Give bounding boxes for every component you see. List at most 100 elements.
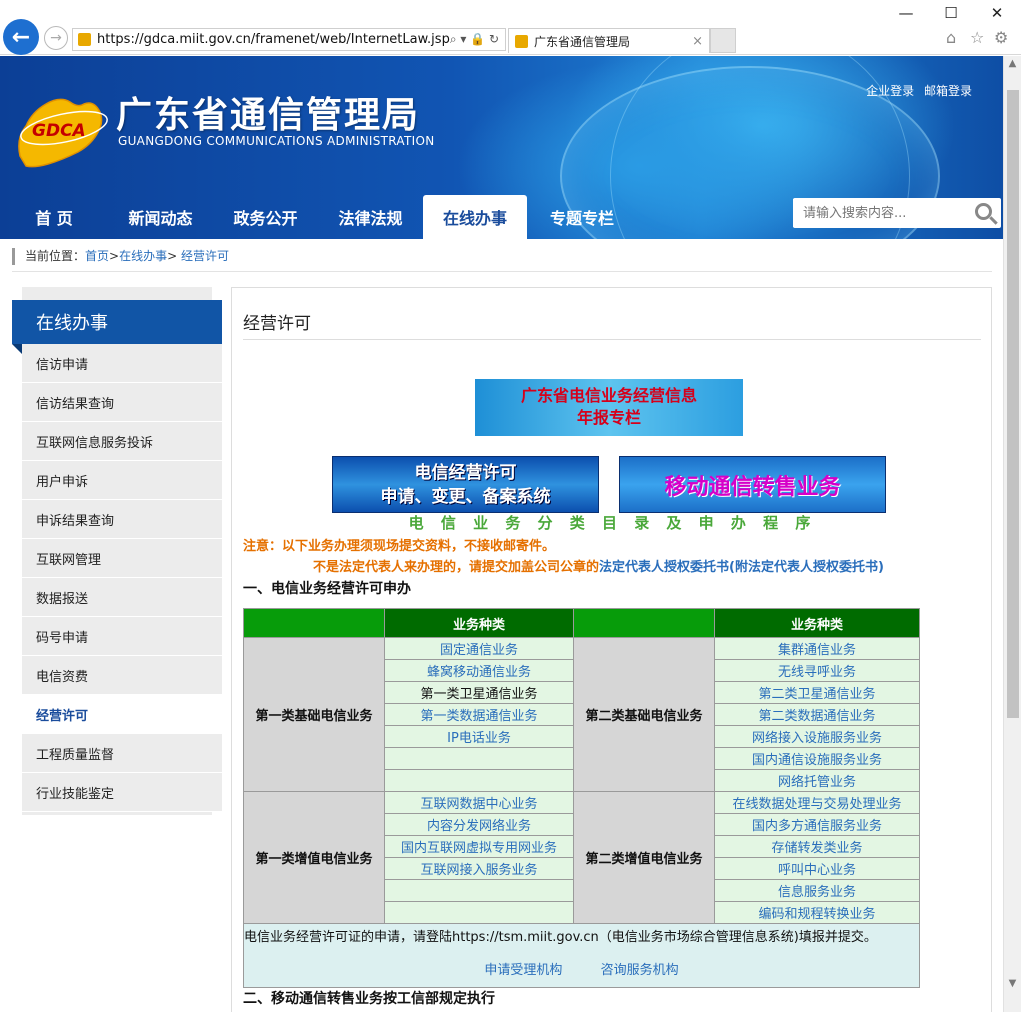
sidebar-item-petition[interactable]: 信访申请 <box>22 344 222 383</box>
vertical-scrollbar[interactable]: ▲ ▼ <box>1003 56 1021 1012</box>
business-link[interactable]: 无线寻呼业务 <box>714 659 920 682</box>
page-title: 经营许可 <box>243 314 311 334</box>
category-cell: 第二类增值电信业务 <box>573 791 715 924</box>
business-link[interactable]: 第二类卫星通信业务 <box>714 681 920 704</box>
sidebar-item-quality-supervision[interactable]: 工程质量监督 <box>22 734 222 773</box>
mvno-resale-banner[interactable]: 移动通信转售业务 <box>619 456 886 513</box>
business-link[interactable]: 国内多方通信服务业务 <box>714 813 920 836</box>
application-agency-link[interactable]: 申请受理机构 <box>484 963 562 978</box>
main-content: 经营许可 广东省电信业务经营信息 年报专栏 电信经营许可 申请、变更、备案系统 … <box>231 287 992 1012</box>
tab-title: 广东省通信管理局 <box>534 34 631 49</box>
tab-close-icon[interactable]: × <box>692 34 703 49</box>
scroll-up-icon[interactable]: ▲ <box>1004 58 1021 75</box>
site-title: 广东省通信管理局 <box>116 95 421 136</box>
business-cell: 第一类卫星通信业务 <box>384 681 574 704</box>
business-link[interactable]: 编码和规程转换业务 <box>714 901 920 924</box>
arrow-left-icon: ← <box>11 24 31 50</box>
search-icon[interactable] <box>971 199 1001 227</box>
table-row: 第一类增值电信业务 互联网数据中心业务 第二类增值电信业务 在线数据处理与交易处… <box>243 791 920 924</box>
favorites-icon[interactable]: ☆ <box>970 28 984 47</box>
sidebar-item-data-report[interactable]: 数据报送 <box>22 578 222 617</box>
enterprise-login-link[interactable]: 企业登录 <box>866 84 914 98</box>
close-window-button[interactable]: ✕ <box>982 4 1012 22</box>
browser-window: ← → https://gdca.miit.gov.cn/framenet/we… <box>0 0 1021 1012</box>
business-link[interactable]: 固定通信业务 <box>384 637 574 660</box>
business-link[interactable]: 国内互联网虚拟专用网业务 <box>384 835 574 858</box>
business-link[interactable]: 网络托管业务 <box>714 769 920 792</box>
address-url[interactable]: https://gdca.miit.gov.cn/framenet/web/In… <box>97 32 450 47</box>
authorization-letter-link[interactable]: 法定代表人授权委托书(附法定代表人授权委托书) <box>599 560 884 575</box>
license-system-banner[interactable]: 电信经营许可 申请、变更、备案系统 <box>332 456 599 513</box>
empty-cell <box>384 879 574 902</box>
annual-report-banner-line2: 年报专栏 <box>576 408 641 427</box>
business-link[interactable]: 存储转发类业务 <box>714 835 920 858</box>
nav-home[interactable]: 首 页 <box>0 195 108 239</box>
notice-line2-text: 不是法定代表人来办理的，请提交加盖公司公章的 <box>313 560 600 575</box>
sidebar-item-number-application[interactable]: 码号申请 <box>22 617 222 656</box>
sidebar-title-fold <box>12 344 22 354</box>
sidebar-item-petition-result[interactable]: 信访结果查询 <box>22 383 222 422</box>
address-bar[interactable]: https://gdca.miit.gov.cn/framenet/web/In… <box>72 28 506 51</box>
sidebar-item-skill-appraisal[interactable]: 行业技能鉴定 <box>22 773 222 812</box>
business-link[interactable]: 第一类数据通信业务 <box>384 703 574 726</box>
sidebar-item-business-license[interactable]: 经营许可 <box>22 695 222 734</box>
table-header-row: 业务种类 业务种类 <box>243 608 920 638</box>
business-link[interactable]: IP电话业务 <box>384 725 574 748</box>
business-link[interactable]: 蜂窝移动通信业务 <box>384 659 574 682</box>
business-link[interactable]: 信息服务业务 <box>714 879 920 902</box>
maximize-button[interactable]: ☐ <box>936 4 966 22</box>
browser-toolbar: ← → https://gdca.miit.gov.cn/framenet/we… <box>0 0 1021 55</box>
search-input[interactable] <box>793 199 971 227</box>
annual-report-banner-line1: 广东省电信业务经营信息 <box>520 386 697 405</box>
breadcrumb-prefix: 当前位置： <box>25 249 86 263</box>
sidebar-item-internet-management[interactable]: 互联网管理 <box>22 539 222 578</box>
table-row: 第一类基础电信业务 固定通信业务 第二类基础电信业务 集群通信业务 <box>243 637 920 792</box>
settings-icon[interactable]: ⚙ <box>994 28 1008 47</box>
sidebar-item-appeal-result[interactable]: 申诉结果查询 <box>22 500 222 539</box>
main-nav: 首 页 新闻动态 政务公开 法律法规 在线办事 专题专栏 <box>0 195 637 239</box>
business-link[interactable]: 集群通信业务 <box>714 637 920 660</box>
minimize-button[interactable]: — <box>891 4 921 22</box>
nav-online-services[interactable]: 在线办事 <box>423 195 527 239</box>
footer-instruction: 电信业务经营许可证的申请，请登陆https://tsm.miit.gov.cn（… <box>244 930 877 945</box>
scroll-down-icon[interactable]: ▼ <box>1004 978 1021 995</box>
scrollbar-thumb[interactable] <box>1007 90 1019 718</box>
business-link[interactable]: 网络接入设施服务业务 <box>714 725 920 748</box>
new-tab-button[interactable] <box>710 28 736 53</box>
nav-special-topics[interactable]: 专题专栏 <box>527 195 637 239</box>
home-icon[interactable]: ⌂ <box>946 28 956 47</box>
business-link[interactable]: 国内通信设施服务业务 <box>714 747 920 770</box>
business-link[interactable]: 互联网数据中心业务 <box>384 791 574 814</box>
business-link[interactable]: 呼叫中心业务 <box>714 857 920 880</box>
license-system-banner-line2: 申请、变更、备案系统 <box>380 487 551 507</box>
business-link[interactable]: 互联网接入服务业务 <box>384 857 574 880</box>
license-system-banner-line1: 电信经营许可 <box>414 463 517 483</box>
breadcrumb-home[interactable]: 首页 <box>85 249 109 263</box>
business-link[interactable]: 在线数据处理与交易处理业务 <box>714 791 920 814</box>
site-subtitle: GUANGDONG COMMUNICATIONS ADMINISTRATION <box>118 134 435 148</box>
breadcrumb: 当前位置：首页>在线办事> 经营许可 <box>12 248 229 265</box>
category-cell: 第一类基础电信业务 <box>243 637 385 792</box>
address-controls[interactable]: ⌕ ▾ 🔒 ↻ <box>450 32 499 47</box>
nav-laws[interactable]: 法律法规 <box>318 195 423 239</box>
sidebar-item-user-appeal[interactable]: 用户申诉 <box>22 461 222 500</box>
site-header: GDCA 广东省通信管理局 GUANGDONG COMMUNICATIONS A… <box>0 56 1003 239</box>
search-box <box>793 198 1001 228</box>
breadcrumb-online-services[interactable]: 在线办事 <box>119 249 167 263</box>
browser-tab[interactable]: 广东省通信管理局 × <box>508 28 710 53</box>
sidebar-item-internet-complaint[interactable]: 互联网信息服务投诉 <box>22 422 222 461</box>
section-heading-2: 二、移动通信转售业务按工信部规定执行 <box>243 991 495 1007</box>
forward-button[interactable]: → <box>44 26 68 50</box>
notice-line2: 不是法定代表人来办理的，请提交加盖公司公章的法定代表人授权委托书(附法定代表人授… <box>313 556 884 575</box>
nav-government-affairs[interactable]: 政务公开 <box>213 195 318 239</box>
business-link[interactable]: 内容分发网络业务 <box>384 813 574 836</box>
nav-news[interactable]: 新闻动态 <box>108 195 213 239</box>
sidebar-item-telecom-tariff[interactable]: 电信资费 <box>22 656 222 695</box>
mail-login-link[interactable]: 邮箱登录 <box>924 84 972 98</box>
annual-report-banner[interactable]: 广东省电信业务经营信息 年报专栏 <box>475 379 743 436</box>
back-button[interactable]: ← <box>3 19 39 55</box>
gdca-logo[interactable]: GDCA <box>12 86 110 180</box>
business-link[interactable]: 第二类数据通信业务 <box>714 703 920 726</box>
breadcrumb-current[interactable]: 经营许可 <box>181 249 229 263</box>
consulting-agency-link[interactable]: 咨询服务机构 <box>601 963 679 978</box>
